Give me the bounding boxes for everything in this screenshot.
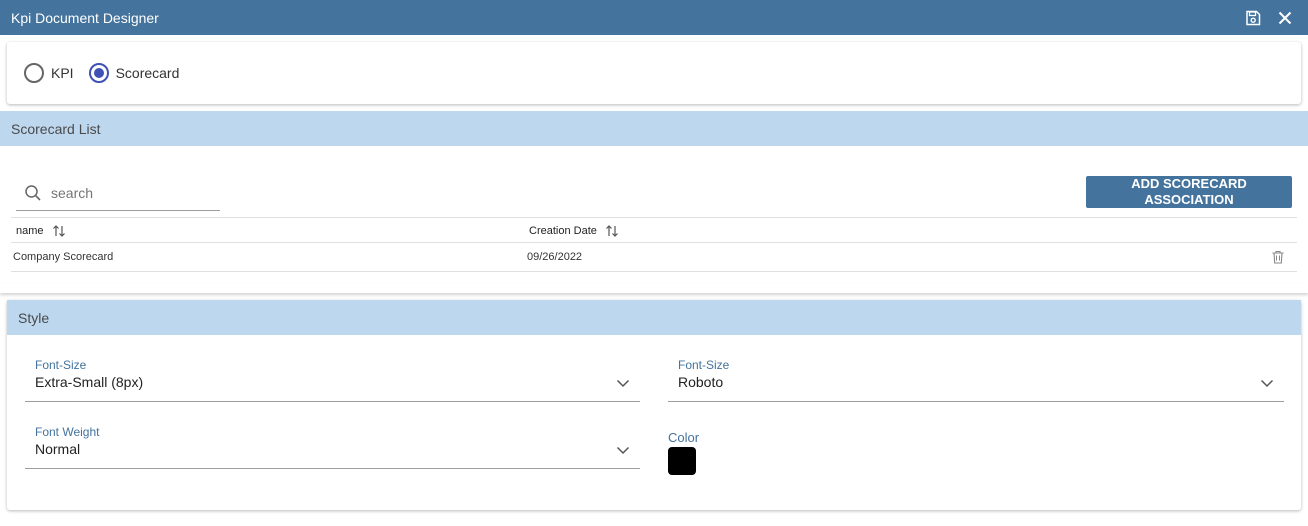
radio-kpi-circle[interactable] xyxy=(24,63,44,83)
radio-scorecard-circle[interactable] xyxy=(88,63,109,83)
radio-kpi[interactable]: KPI xyxy=(24,63,74,83)
scorecard-list-title: Scorecard List xyxy=(11,120,101,137)
scorecard-list-header: Scorecard List xyxy=(0,111,1308,146)
font-family-select[interactable]: Font-Size Roboto xyxy=(668,355,1284,402)
sort-icon[interactable] xyxy=(52,224,66,238)
column-creation-date: Creation Date xyxy=(529,218,619,243)
scorecard-table: name Creation Date Company Scorecard 09/… xyxy=(11,217,1297,272)
mode-selector: KPI Scorecard xyxy=(7,42,1301,104)
font-size-value: Extra-Small (8px) xyxy=(35,374,144,390)
font-family-label: Font-Size xyxy=(678,358,730,372)
style-header: Style xyxy=(7,300,1301,335)
font-weight-label: Font Weight xyxy=(35,425,100,439)
chevron-down-icon xyxy=(1260,376,1274,390)
chevron-down-icon xyxy=(616,443,630,457)
chevron-down-icon xyxy=(616,376,630,390)
trash-icon[interactable] xyxy=(1270,249,1286,265)
add-scorecard-association-button[interactable]: ADD SCORECARD ASSOCIATION xyxy=(1086,176,1292,208)
column-name-label: name xyxy=(16,224,44,237)
font-weight-value: Normal xyxy=(35,441,81,457)
font-size-label: Font-Size xyxy=(35,358,87,372)
cell-creation-date: 09/26/2022 xyxy=(527,251,583,263)
cell-name: Company Scorecard xyxy=(13,251,114,263)
search-input[interactable] xyxy=(51,185,201,201)
title-actions xyxy=(1244,0,1294,35)
table-header: name Creation Date xyxy=(11,217,1297,243)
column-name: name xyxy=(16,218,66,243)
column-creation-date-label: Creation Date xyxy=(529,224,597,237)
search-box xyxy=(16,176,220,211)
color-label: Color xyxy=(668,430,700,445)
scorecard-card-edge xyxy=(0,283,1308,293)
color-swatch[interactable] xyxy=(668,447,696,475)
title-bar: Kpi Document Designer xyxy=(0,0,1308,35)
radio-kpi-label: KPI xyxy=(51,65,74,81)
style-title: Style xyxy=(18,309,50,326)
style-panel: Style Font-Size Extra-Small (8px) Font-S… xyxy=(7,300,1301,510)
font-family-value: Roboto xyxy=(678,374,724,390)
table-row[interactable]: Company Scorecard 09/26/2022 xyxy=(11,243,1297,272)
sort-icon[interactable] xyxy=(605,224,619,238)
radio-scorecard-label: Scorecard xyxy=(115,65,180,81)
radio-scorecard[interactable]: Scorecard xyxy=(88,63,180,83)
close-icon[interactable] xyxy=(1276,9,1294,27)
save-icon[interactable] xyxy=(1244,9,1262,27)
font-size-select[interactable]: Font-Size Extra-Small (8px) xyxy=(25,355,640,402)
search-icon xyxy=(24,184,42,202)
font-weight-select[interactable]: Font Weight Normal xyxy=(25,422,640,469)
window-title: Kpi Document Designer xyxy=(11,9,159,26)
